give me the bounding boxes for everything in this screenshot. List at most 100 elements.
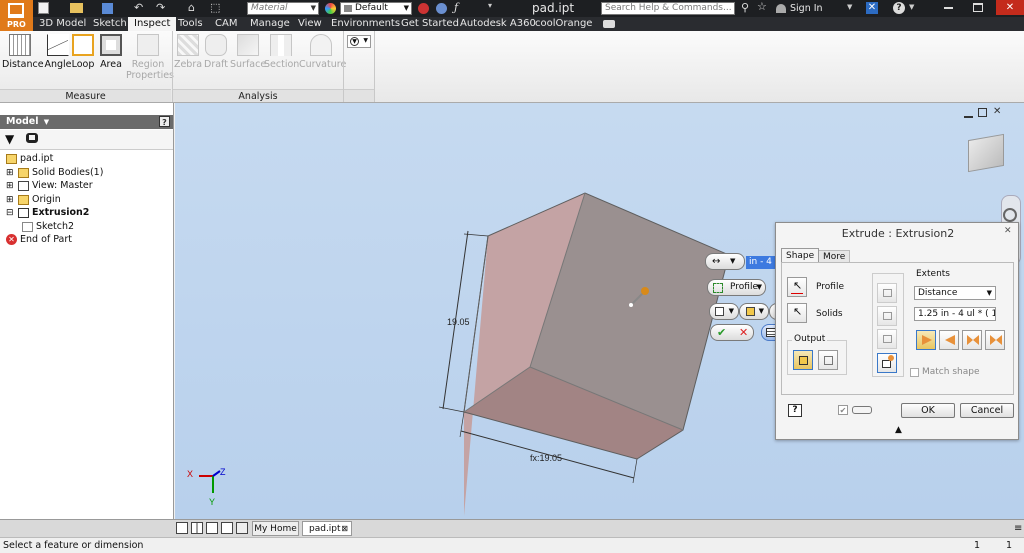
tab-coolorange[interactable]: coolOrange <box>535 17 592 31</box>
star-icon[interactable]: ☆ <box>757 0 767 13</box>
expand-icon[interactable]: ⊞ <box>6 180 15 193</box>
distance-button[interactable]: Distance <box>2 34 44 70</box>
section-button[interactable]: Section <box>264 34 299 70</box>
join-button[interactable] <box>877 283 897 303</box>
ok-button[interactable]: OK <box>901 403 955 418</box>
dimension-label-bottom[interactable]: fx:19.05 <box>530 453 562 463</box>
viewport-close-icon[interactable]: ✕ <box>993 106 1001 117</box>
preview-checkbox[interactable]: ✔ <box>838 405 848 415</box>
cut-button[interactable] <box>877 306 897 326</box>
tree-item-extrusion2[interactable]: ⊟ Extrusion2 <box>6 206 89 219</box>
output-solid-button[interactable] <box>793 350 813 370</box>
tree-item-origin[interactable]: ⊞ Origin <box>6 193 61 206</box>
tab-view[interactable]: View <box>298 17 322 31</box>
dialog-expand-icon[interactable]: ▲ <box>895 425 902 435</box>
fx-icon[interactable]: ƒ <box>454 1 458 14</box>
loop-button[interactable]: Loop <box>68 34 98 70</box>
clear-icon[interactable] <box>436 3 447 14</box>
direction-flipped-button[interactable] <box>939 330 959 350</box>
open-icon[interactable] <box>70 3 83 13</box>
viewcube[interactable] <box>968 133 1004 173</box>
sign-in-link[interactable]: Sign In <box>790 3 823 14</box>
tab-get-started[interactable]: Get Started <box>401 17 459 31</box>
tab-manage[interactable]: Manage <box>250 17 290 31</box>
tab-3d-model[interactable]: 3D Model <box>39 17 86 31</box>
tab-sketch[interactable]: Sketch <box>93 17 127 31</box>
region-properties-button[interactable]: Region Properties <box>126 34 174 81</box>
cancel-button[interactable]: Cancel <box>960 403 1014 418</box>
undo-icon[interactable]: ↶ <box>134 2 143 14</box>
tab-cam[interactable]: CAM <box>215 17 237 31</box>
draft-button[interactable]: Draft <box>201 34 231 70</box>
operation-mini-button[interactable]: ▼ <box>739 303 769 320</box>
home-icon[interactable]: ⌂ <box>188 2 195 14</box>
close-window-icon[interactable]: ✕ <box>996 0 1024 15</box>
exchange-apps-icon[interactable]: ✕ <box>866 2 878 14</box>
sign-in-dropdown-icon[interactable]: ▼ <box>847 3 852 11</box>
minimize-window-icon[interactable] <box>944 7 953 9</box>
app-menu-button[interactable]: PRO <box>0 0 33 31</box>
dialog-help-button[interactable]: ? <box>788 404 802 417</box>
appearance-dropdown[interactable]: Default ▼ <box>340 2 412 15</box>
tree-item-solid-bodies[interactable]: ⊞ Solid Bodies(1) <box>6 166 103 179</box>
profile-button[interactable]: ↖ <box>787 277 807 297</box>
tile-vertical-icon[interactable] <box>206 522 218 534</box>
tab-my-home[interactable]: My Home <box>252 521 299 536</box>
area-button[interactable]: Area <box>96 34 126 70</box>
tile-horizontal-icon[interactable] <box>176 522 188 534</box>
analysis-visibility-dropdown[interactable]: ▼ ▼ <box>347 35 371 48</box>
filter-icon[interactable]: ▼ <box>5 132 14 146</box>
solids-button[interactable]: ↖ <box>787 303 807 323</box>
distance-input[interactable]: 1.25 in - 4 ul * ( 1 > <box>914 307 996 321</box>
match-shape-checkbox[interactable] <box>910 368 919 377</box>
extents-dropdown[interactable]: Distance ▼ <box>914 286 996 300</box>
direction-asymmetric-button[interactable] <box>985 330 1005 350</box>
tree-item-pad[interactable]: pad.ipt <box>6 152 53 165</box>
chevron-down-icon[interactable]: ▼ <box>44 118 49 126</box>
dialog-close-icon[interactable]: ✕ <box>1004 226 1012 236</box>
tab-pad-ipt[interactable]: pad.ipt ⊠ <box>302 521 352 536</box>
cancel-x-icon[interactable]: ✕ <box>739 325 748 340</box>
user-icon[interactable] <box>776 4 786 13</box>
adjust-icon[interactable] <box>418 3 429 14</box>
tab-more[interactable]: More <box>818 250 851 262</box>
redo-icon[interactable]: ↷ <box>156 2 165 14</box>
viewport-minimize-icon[interactable] <box>964 116 973 118</box>
tabs-menu-icon[interactable]: ≡ <box>1014 523 1022 534</box>
intersect-button[interactable] <box>877 329 897 349</box>
cascade-icon[interactable] <box>221 522 233 534</box>
binoculars-icon[interactable] <box>26 133 38 143</box>
direction-symmetric-button[interactable] <box>962 330 982 350</box>
browser-help-icon[interactable]: ? <box>159 116 170 127</box>
output-mini-button[interactable]: ▼ <box>709 303 739 320</box>
direction-default-button[interactable] <box>916 330 936 350</box>
close-tab-icon[interactable]: ⊠ <box>341 522 348 536</box>
dimension-label-left[interactable]: 19.05 <box>447 317 470 327</box>
search-input[interactable]: Search Help & Commands... <box>601 2 735 15</box>
curvature-button[interactable]: Curvature <box>299 34 346 70</box>
help-icon[interactable]: ? <box>893 2 905 14</box>
new-icon[interactable] <box>38 2 49 14</box>
help-dropdown-icon[interactable]: ▼ <box>909 3 914 11</box>
tree-item-view-master[interactable]: ⊞ View: Master <box>6 179 93 192</box>
surface-button[interactable]: Surface <box>230 34 266 70</box>
output-surface-button[interactable] <box>818 350 838 370</box>
new-solid-button[interactable] <box>877 353 897 373</box>
restore-window-icon[interactable] <box>973 3 983 12</box>
profile-mini-button[interactable]: Profile ▼ <box>707 279 766 296</box>
tab-tools[interactable]: Tools <box>178 17 203 31</box>
distance-mini-field[interactable]: ↔ ▼ <box>705 253 745 270</box>
steering-wheel-icon[interactable] <box>1003 208 1017 222</box>
qat-customize-icon[interactable]: ▾ <box>488 1 492 10</box>
browser-title[interactable]: Model <box>6 116 38 127</box>
collapse-icon[interactable]: ⊟ <box>6 207 15 220</box>
tab-inspect[interactable]: Inspect <box>128 17 177 31</box>
tab-environments[interactable]: Environments <box>331 17 400 31</box>
viewport-restore-icon[interactable] <box>978 108 987 117</box>
direction-manipulator-handle[interactable] <box>641 287 649 295</box>
material-dropdown[interactable]: Material ▼ <box>247 2 319 15</box>
tile-grid-icon[interactable] <box>191 522 203 534</box>
save-icon[interactable] <box>102 3 113 14</box>
ribbon-options-icon[interactable] <box>603 20 615 28</box>
search-icon[interactable]: ⚲ <box>741 1 749 14</box>
